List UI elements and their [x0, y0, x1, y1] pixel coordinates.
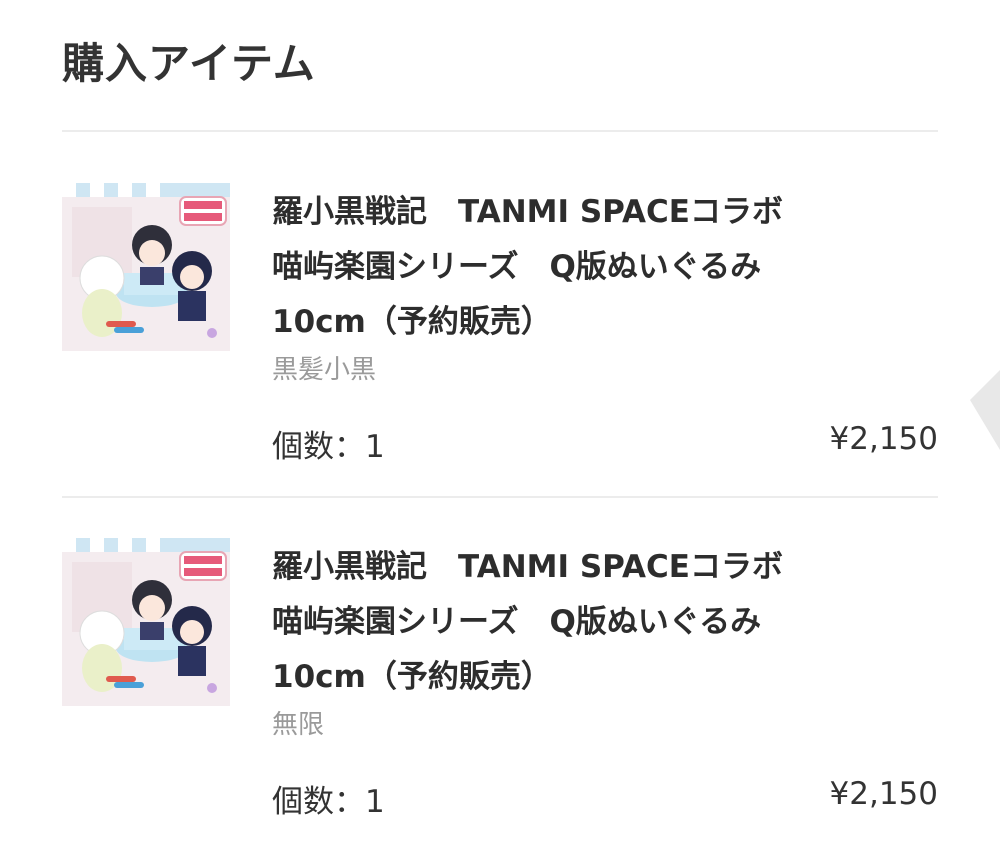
section-divider: [62, 130, 938, 132]
purchase-item[interactable]: 羅小黒戦記 TANMI SPACEコラボ 喵屿楽園シリーズ Q版ぬいぐるみ 10…: [62, 538, 938, 828]
product-variant: 無限: [272, 710, 325, 740]
product-image: [62, 183, 230, 351]
product-variant: 黒髪小黒: [272, 355, 377, 385]
product-name[interactable]: 羅小黒戦記 TANMI SPACEコラボ 喵屿楽園シリーズ Q版ぬいぐるみ 10…: [272, 540, 862, 705]
item-info: 羅小黒戦記 TANMI SPACEコラボ 喵屿楽園シリーズ Q版ぬいぐるみ 10…: [272, 185, 938, 388]
page-title: 購入アイテム: [62, 39, 316, 88]
product-thumbnail[interactable]: [62, 538, 230, 706]
quantity-label: 個数：1: [272, 429, 385, 465]
edge-shape-decoration: [970, 370, 1000, 450]
item-divider: [62, 496, 938, 498]
product-image: [62, 538, 230, 706]
item-price: ¥2,150: [829, 776, 938, 812]
product-thumbnail[interactable]: [62, 183, 230, 351]
purchase-item[interactable]: 羅小黒戦記 TANMI SPACEコラボ 喵屿楽園シリーズ Q版ぬいぐるみ 10…: [62, 183, 938, 473]
quantity-label: 個数：1: [272, 784, 385, 820]
item-price: ¥2,150: [829, 421, 938, 457]
product-name[interactable]: 羅小黒戦記 TANMI SPACEコラボ 喵屿楽園シリーズ Q版ぬいぐるみ 10…: [272, 185, 862, 350]
item-info: 羅小黒戦記 TANMI SPACEコラボ 喵屿楽園シリーズ Q版ぬいぐるみ 10…: [272, 540, 938, 743]
purchase-items-page: 購入アイテム 羅小黒戦記 TANMI SPACEコラボ 喵屿楽園シリーズ Q版ぬ…: [0, 0, 1000, 850]
